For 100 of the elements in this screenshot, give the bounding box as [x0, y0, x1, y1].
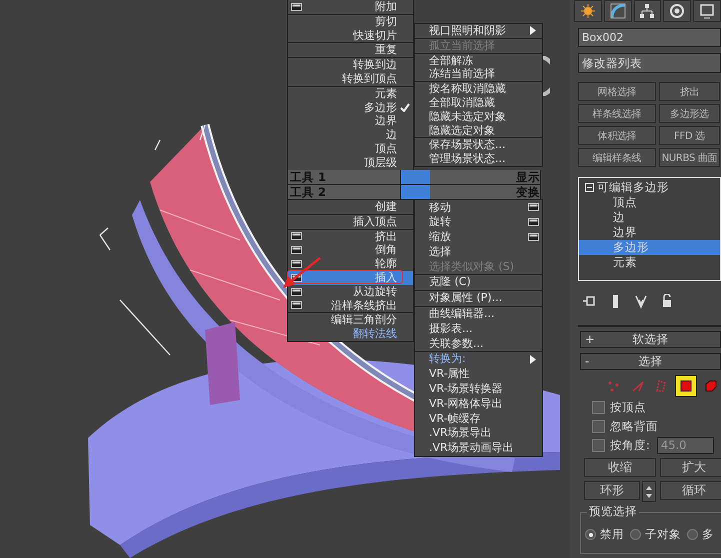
pin-icon[interactable]	[582, 294, 596, 308]
settings-box-icon[interactable]	[528, 218, 538, 226]
settings-box-icon[interactable]	[291, 260, 302, 268]
menu-item[interactable]: 管理场景状态...	[415, 152, 542, 166]
action-button[interactable]: 扩大	[660, 458, 721, 477]
collapse-icon[interactable]	[585, 183, 594, 192]
modifier-button[interactable]: NURBS 曲面	[659, 148, 720, 167]
radio-button[interactable]	[630, 529, 641, 540]
menu-item[interactable]: 旋转	[415, 214, 542, 230]
menu-item[interactable]: 全部解冻	[415, 54, 542, 68]
menu-item[interactable]: 隐藏选定对象	[415, 124, 542, 138]
menu-item[interactable]: 按名称取消隐藏	[415, 82, 542, 96]
menu-item[interactable]: VR-属性	[415, 366, 542, 382]
menu-item[interactable]: VR-网格体导出	[415, 396, 542, 412]
submenu-arrow-icon	[530, 354, 536, 364]
menu-item[interactable]: 边	[288, 128, 413, 142]
menu-item[interactable]: 转换到顶点	[288, 72, 413, 86]
menu-item[interactable]: 全部取消隐藏	[415, 96, 542, 110]
settings-box-icon[interactable]	[291, 246, 302, 254]
menu-item[interactable]: 编辑三角剖分	[288, 313, 413, 328]
menu-item[interactable]: 元素	[288, 86, 413, 101]
modifier-button[interactable]: 样条线选择	[578, 104, 656, 123]
bar-icon[interactable]	[610, 294, 621, 308]
rollout-header[interactable]: - 选择	[580, 353, 721, 370]
modifier-button[interactable]: 多边形选	[659, 104, 720, 123]
stack-item[interactable]: 顶点	[579, 195, 720, 210]
menu-item[interactable]: 克隆 (C)	[415, 274, 542, 290]
menu-item[interactable]: 移动	[415, 200, 542, 215]
monitor-icon[interactable]	[699, 3, 716, 19]
settings-box-icon[interactable]	[528, 203, 538, 212]
menu-item[interactable]: 插入顶点	[288, 214, 413, 229]
menu-item[interactable]: .VR场景导出	[415, 426, 542, 441]
menu-item[interactable]: 摄影表...	[415, 321, 542, 336]
menu-item[interactable]: 重复	[288, 43, 413, 58]
menu-item[interactable]: 缩放	[415, 230, 542, 244]
settings-box-icon[interactable]	[528, 232, 538, 241]
spinner-icon[interactable]	[646, 486, 652, 498]
menu-item[interactable]: 关联参数...	[415, 336, 542, 351]
menu-item[interactable]: 轮廓	[288, 257, 413, 271]
menu-item[interactable]: 转换到边	[288, 58, 413, 72]
menu-item[interactable]: 曲线编辑器...	[415, 306, 542, 322]
menu-item[interactable]: 多边形	[288, 100, 413, 114]
settings-box-icon[interactable]	[291, 288, 302, 296]
rollout-header[interactable]: + 软选择	[580, 331, 721, 348]
menu-item[interactable]: 隐藏未选定对象	[415, 110, 542, 124]
funnel-icon[interactable]	[635, 294, 647, 308]
menu-item[interactable]: VR-场景转换器	[415, 382, 542, 396]
modifier-list-dropdown[interactable]: 修改器列表	[578, 53, 721, 73]
menu-item[interactable]: 剪切	[288, 14, 413, 29]
stack-item[interactable]: 元素	[579, 255, 720, 270]
modifier-button[interactable]: FFD 选	[659, 126, 720, 145]
settings-box-icon[interactable]	[291, 2, 302, 11]
radio-button[interactable]	[585, 529, 596, 540]
stack-item[interactable]: 边界	[579, 225, 720, 240]
menu-item[interactable]: 附加	[288, 0, 413, 14]
target-icon[interactable]	[669, 3, 686, 19]
menu-item[interactable]: 选择	[415, 244, 542, 260]
menu-item[interactable]: VR-帧缓存	[415, 411, 542, 426]
modifier-button[interactable]: 挤出	[659, 82, 720, 101]
menu-item[interactable]: 从边旋转	[288, 284, 413, 299]
modifier-stack[interactable]: 可编辑多边形 顶点 边 边界 多边形 元素	[578, 177, 721, 281]
modifier-button[interactable]: 编辑样条线	[578, 148, 656, 167]
modifier-button[interactable]: 体积选择	[578, 126, 656, 145]
radio-label: 多	[702, 527, 714, 542]
menu-item[interactable]: .VR场景动画导出	[415, 440, 542, 456]
submenu-arrow-icon	[530, 26, 536, 36]
menu-item[interactable]: 冻结当前选择	[415, 67, 542, 82]
ring-button[interactable]: 环形	[584, 481, 640, 500]
polygon-level-icon[interactable]	[675, 375, 698, 397]
menu-item[interactable]: 翻转法线	[288, 327, 413, 341]
hierarchy-icon[interactable]	[639, 3, 656, 19]
menu-item[interactable]: 边界	[288, 114, 413, 128]
modifier-button[interactable]: 网格选择	[578, 82, 656, 101]
group-title: 预览选择	[587, 504, 639, 519]
sun-icon[interactable]	[580, 3, 596, 19]
menu-item[interactable]: 顶层级	[288, 156, 413, 170]
name-field[interactable]: Box002	[578, 28, 721, 47]
action-button[interactable]: 收缩	[584, 458, 656, 477]
menu-item[interactable]: 倒角	[288, 243, 413, 258]
stack-item[interactable]: 可编辑多边形	[597, 180, 669, 195]
lock-icon[interactable]	[661, 294, 673, 308]
menu-item[interactable]: 创建	[288, 200, 413, 214]
settings-box-icon[interactable]	[291, 301, 302, 310]
checkbox[interactable]	[592, 439, 605, 452]
menu-item[interactable]: 沿样条线挤出	[288, 298, 413, 312]
loop-button[interactable]: 循环	[660, 481, 721, 500]
radio-button[interactable]	[687, 529, 698, 540]
settings-box-icon[interactable]	[291, 232, 302, 240]
stack-item[interactable]: 边	[579, 210, 720, 225]
checkbox[interactable]	[592, 401, 605, 414]
menu-item[interactable]: 顶点	[288, 142, 413, 156]
menu-item[interactable]: 挤出	[288, 230, 413, 244]
menu-item[interactable]: 对象属性 (P)...	[415, 290, 542, 306]
menu-item[interactable]: 转换为:	[415, 352, 542, 367]
menu-item[interactable]: 快速切片	[288, 28, 413, 42]
checkbox-label: 按顶点	[610, 400, 646, 415]
menu-item[interactable]: 视口照明和阴影	[415, 24, 542, 38]
menu-item[interactable]: 保存场景状态...	[415, 138, 542, 152]
curve-icon[interactable]	[610, 3, 626, 19]
checkbox[interactable]	[592, 420, 605, 433]
